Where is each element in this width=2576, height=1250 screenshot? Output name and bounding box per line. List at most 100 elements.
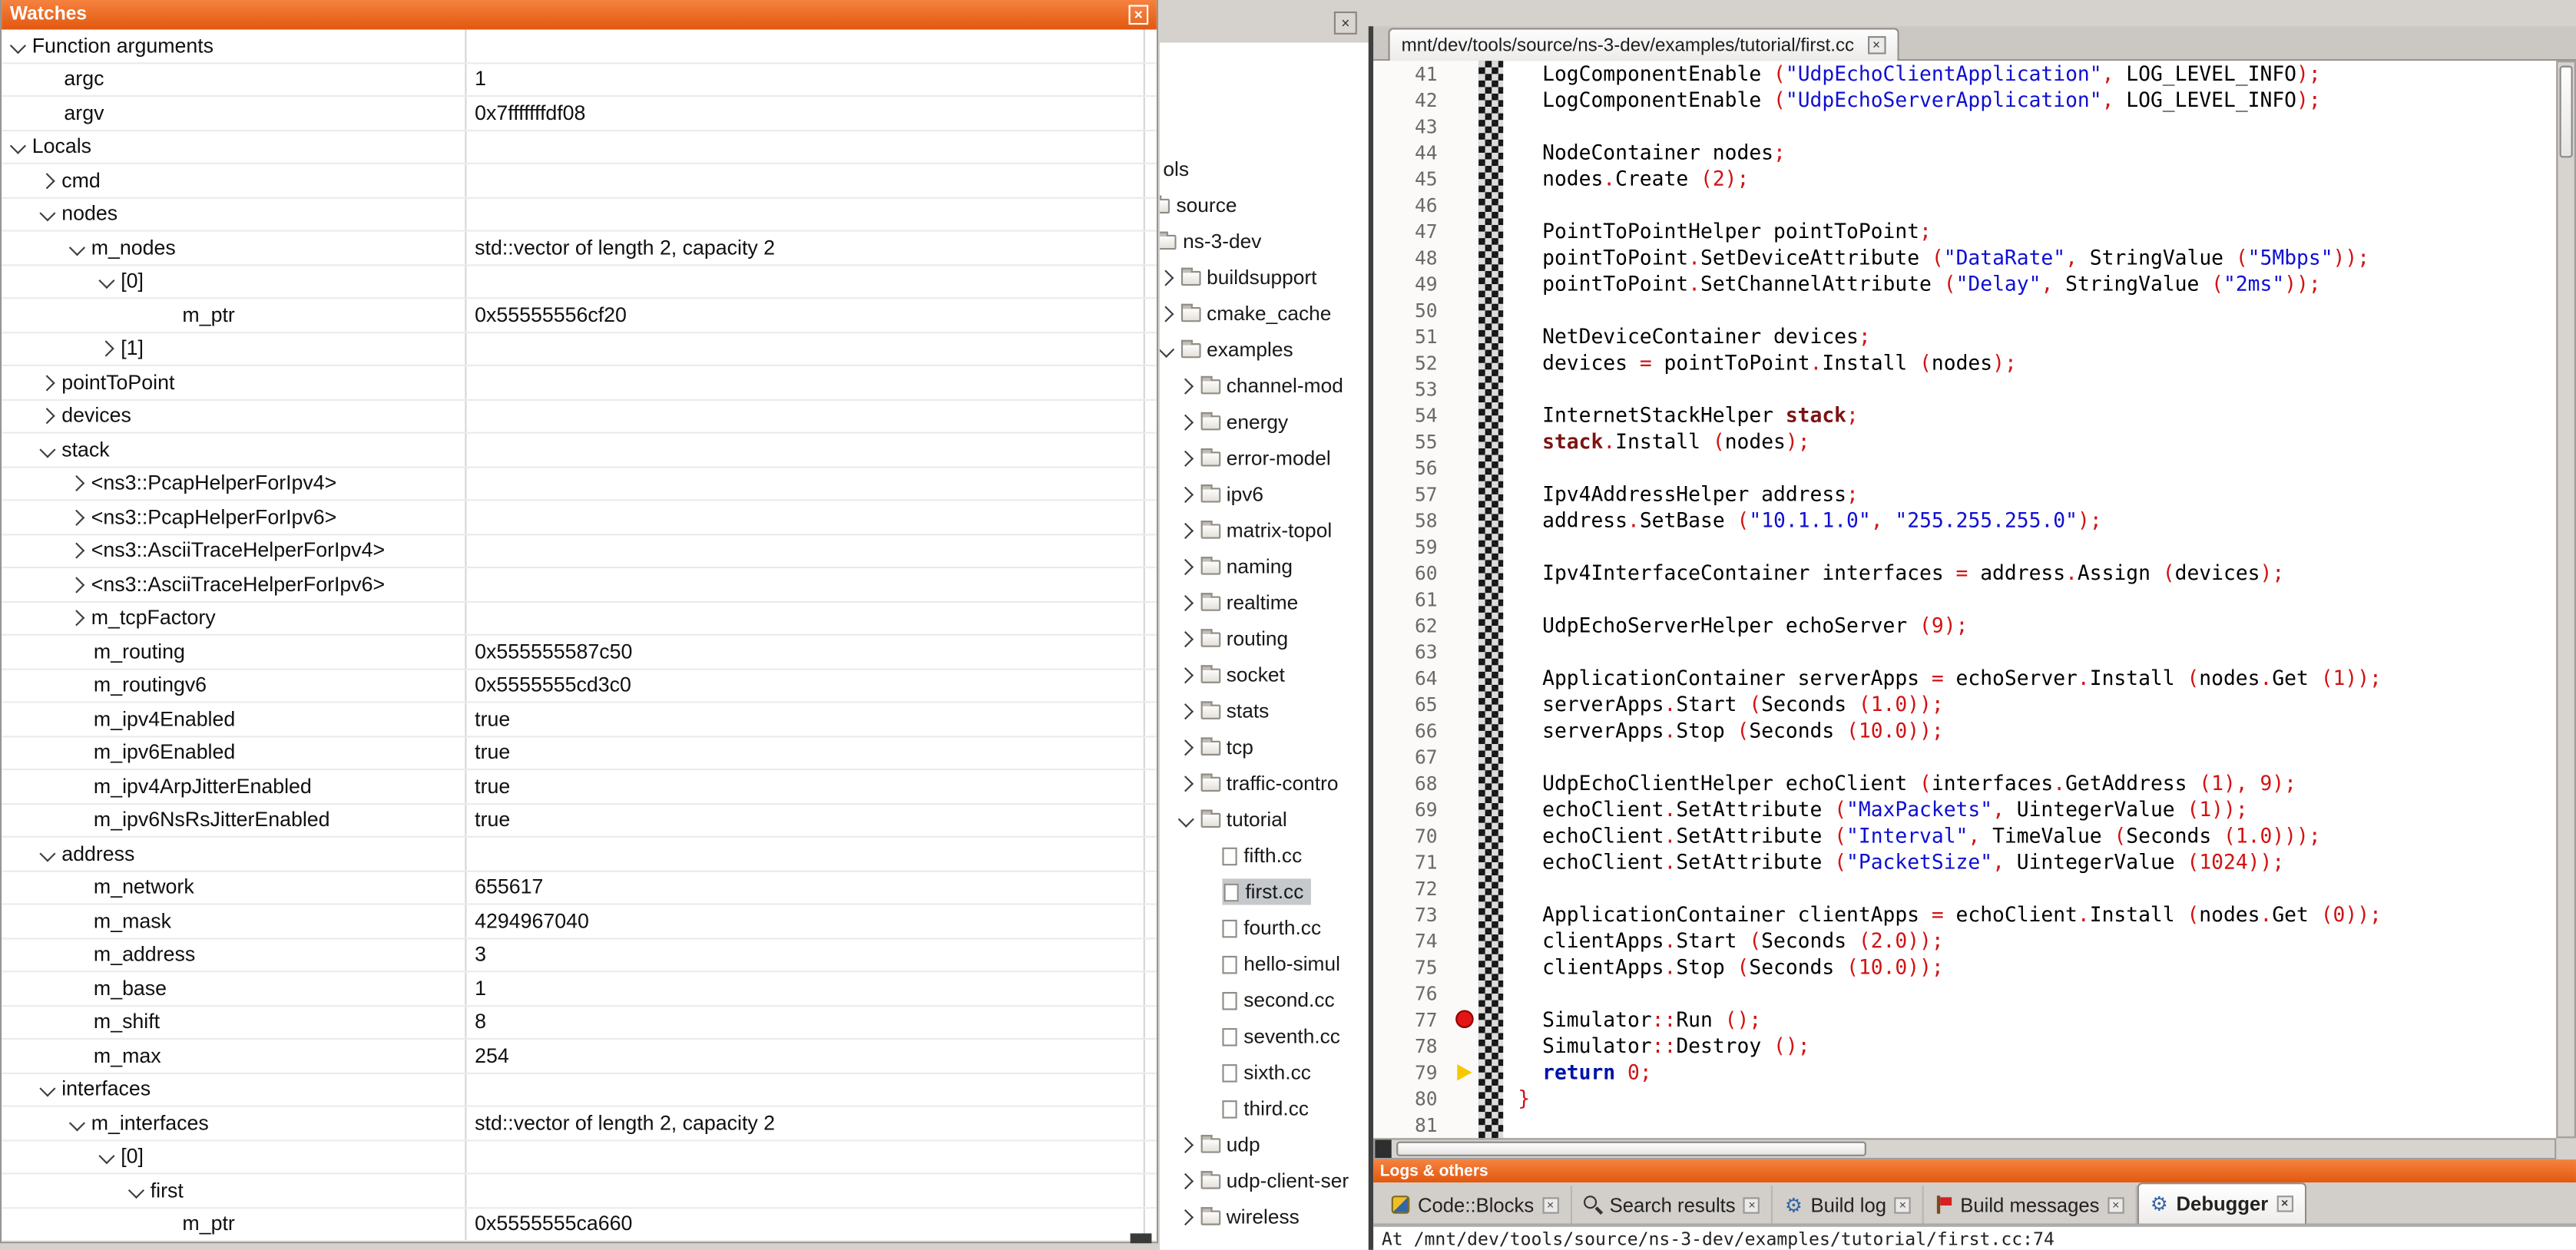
tree-item[interactable]: wireless — [1160, 1199, 1369, 1235]
watch-row[interactable]: devices — [2, 400, 1157, 434]
code-line[interactable]: ApplicationContainer clientApps = echoCl… — [1518, 901, 2556, 928]
line-number[interactable]: 41 — [1373, 61, 1452, 87]
line-number[interactable]: 65 — [1373, 692, 1452, 718]
close-icon[interactable]: × — [2276, 1195, 2293, 1212]
watch-row[interactable]: <ns3::AsciiTraceHelperForIpv6> — [2, 568, 1157, 602]
tree-item[interactable]: fifth.cc — [1160, 838, 1369, 874]
line-number[interactable]: 77 — [1373, 1007, 1452, 1033]
line-number[interactable]: 49 — [1373, 271, 1452, 297]
chevron-right-icon[interactable] — [1177, 631, 1193, 646]
line-number[interactable]: 60 — [1373, 560, 1452, 586]
logs-tab-code-blocks[interactable]: Code::Blocks× — [1380, 1186, 1572, 1223]
chevron-down-icon[interactable] — [129, 1182, 144, 1197]
code-line[interactable]: serverApps.Stop (Seconds (10.0)); — [1518, 718, 2556, 744]
code-line[interactable] — [1518, 587, 2556, 613]
chevron-right-icon[interactable] — [1177, 415, 1193, 430]
chevron-right-icon[interactable] — [39, 408, 55, 424]
projects-pane-close-button[interactable]: × — [1334, 12, 1357, 35]
line-number[interactable]: 47 — [1373, 218, 1452, 244]
line-number[interactable]: 69 — [1373, 796, 1452, 822]
code-line[interactable]: Ipv4AddressHelper address; — [1518, 481, 2556, 508]
watch-row[interactable]: pointToPoint — [2, 366, 1157, 400]
line-number[interactable]: 50 — [1373, 297, 1452, 323]
chevron-down-icon[interactable] — [11, 37, 26, 52]
chevron-right-icon[interactable] — [68, 610, 84, 626]
watch-row[interactable]: address — [2, 838, 1157, 871]
code-line[interactable]: address.SetBase ("10.1.1.0", "255.255.25… — [1518, 508, 2556, 534]
watch-row[interactable]: m_base1 — [2, 972, 1157, 1006]
code-line[interactable]: UdpEchoServerHelper echoServer (9); — [1518, 613, 2556, 639]
watch-row[interactable]: argv0x7fffffffdf08 — [2, 97, 1157, 131]
code-line[interactable] — [1518, 455, 2556, 481]
code-line[interactable] — [1518, 534, 2556, 560]
code-line[interactable]: LogComponentEnable ("UdpEchoServerApplic… — [1518, 87, 2556, 113]
code-line[interactable]: return 0; — [1518, 1060, 2556, 1086]
code-line[interactable]: ApplicationContainer serverApps = echoSe… — [1518, 665, 2556, 691]
watch-row[interactable]: m_shift8 — [2, 1006, 1157, 1040]
line-number[interactable]: 52 — [1373, 350, 1452, 376]
code-line[interactable] — [1518, 1112, 2556, 1138]
code-line[interactable] — [1518, 297, 2556, 323]
close-icon[interactable]: × — [1867, 36, 1886, 55]
tree-item[interactable]: examples — [1160, 332, 1369, 368]
line-number[interactable]: 62 — [1373, 613, 1452, 639]
chevron-right-icon[interactable] — [68, 543, 84, 558]
scrollbar-thumb[interactable] — [1396, 1142, 1866, 1156]
tree-item[interactable]: socket — [1160, 657, 1369, 693]
watch-row[interactable]: [1] — [2, 332, 1157, 366]
code-line[interactable] — [1518, 639, 2556, 665]
line-number[interactable]: 63 — [1373, 639, 1452, 665]
watch-row[interactable]: m_ipv6Enabledtrue — [2, 736, 1157, 770]
code-line[interactable]: } — [1518, 1086, 2556, 1112]
line-number[interactable]: 70 — [1373, 823, 1452, 849]
chevron-down-icon[interactable] — [1160, 341, 1174, 356]
code-line[interactable]: echoClient.SetAttribute ("MaxPackets", U… — [1518, 796, 2556, 822]
watch-row[interactable]: <ns3::AsciiTraceHelperForIpv4> — [2, 534, 1157, 568]
line-number[interactable]: 66 — [1373, 718, 1452, 744]
watch-row[interactable]: cmd — [2, 164, 1157, 198]
line-number[interactable]: 42 — [1373, 87, 1452, 113]
editor-tab[interactable]: mnt/dev/tools/source/ns-3-dev/examples/t… — [1388, 28, 1898, 61]
chevron-right-icon[interactable] — [39, 375, 55, 390]
tree-item[interactable]: hello-simul — [1160, 946, 1369, 982]
line-number[interactable]: 81 — [1373, 1112, 1452, 1138]
tree-item[interactable]: source — [1160, 187, 1369, 223]
watch-row[interactable]: m_ptr0x5555555ca660 — [2, 1208, 1157, 1242]
code-line[interactable]: pointToPoint.SetChannelAttribute ("Delay… — [1518, 271, 2556, 297]
watch-row[interactable]: m_max254 — [2, 1040, 1157, 1073]
tree-item[interactable]: seventh.cc — [1160, 1018, 1369, 1054]
watch-row[interactable]: stack — [2, 434, 1157, 468]
tree-item[interactable]: ols — [1160, 151, 1369, 187]
line-number[interactable]: 56 — [1373, 455, 1452, 481]
watch-row[interactable]: m_tcpFactory — [2, 602, 1157, 636]
line-number[interactable]: 55 — [1373, 428, 1452, 455]
line-number[interactable]: 73 — [1373, 901, 1452, 928]
chevron-right-icon[interactable] — [1177, 451, 1193, 466]
code-line[interactable]: echoClient.SetAttribute ("PacketSize", U… — [1518, 849, 2556, 875]
code-line[interactable]: devices = pointToPoint.Install (nodes); — [1518, 350, 2556, 376]
code-line[interactable] — [1518, 192, 2556, 218]
watch-row[interactable]: m_routing0x555555587c50 — [2, 636, 1157, 670]
editor-vertical-scrollbar[interactable] — [2556, 61, 2576, 1138]
watch-row[interactable]: nodes — [2, 198, 1157, 232]
logs-tab-debugger[interactable]: ⚙Debugger× — [2137, 1182, 2306, 1223]
chevron-right-icon[interactable] — [1177, 559, 1193, 574]
watch-row[interactable]: interfaces — [2, 1073, 1157, 1107]
chevron-right-icon[interactable] — [1177, 703, 1193, 719]
watch-row[interactable]: m_ptr0x55555556cf20 — [2, 299, 1157, 332]
code-editor[interactable]: 4142434445464748495051525354555657585960… — [1373, 61, 2556, 1138]
code-line[interactable]: clientApps.Start (Seconds (2.0)); — [1518, 928, 2556, 954]
watch-row[interactable]: Locals — [2, 131, 1157, 164]
resize-grip[interactable] — [1131, 1233, 1152, 1243]
code-line[interactable]: echoClient.SetAttribute ("Interval", Tim… — [1518, 823, 2556, 849]
watch-row[interactable]: <ns3::PcapHelperForIpv6> — [2, 501, 1157, 534]
line-number[interactable]: 57 — [1373, 481, 1452, 508]
chevron-right-icon[interactable] — [1177, 1137, 1193, 1152]
chevron-right-icon[interactable] — [1160, 270, 1173, 286]
code-line[interactable]: Simulator::Run (); — [1518, 1007, 2556, 1033]
close-icon[interactable]: × — [1128, 5, 1148, 25]
watch-row[interactable]: m_interfacesstd::vector of length 2, cap… — [2, 1107, 1157, 1141]
code-line[interactable]: InternetStackHelper stack; — [1518, 402, 2556, 428]
tree-item[interactable]: first.cc — [1160, 874, 1369, 910]
watch-row[interactable]: m_ipv6NsRsJitterEnabledtrue — [2, 804, 1157, 838]
